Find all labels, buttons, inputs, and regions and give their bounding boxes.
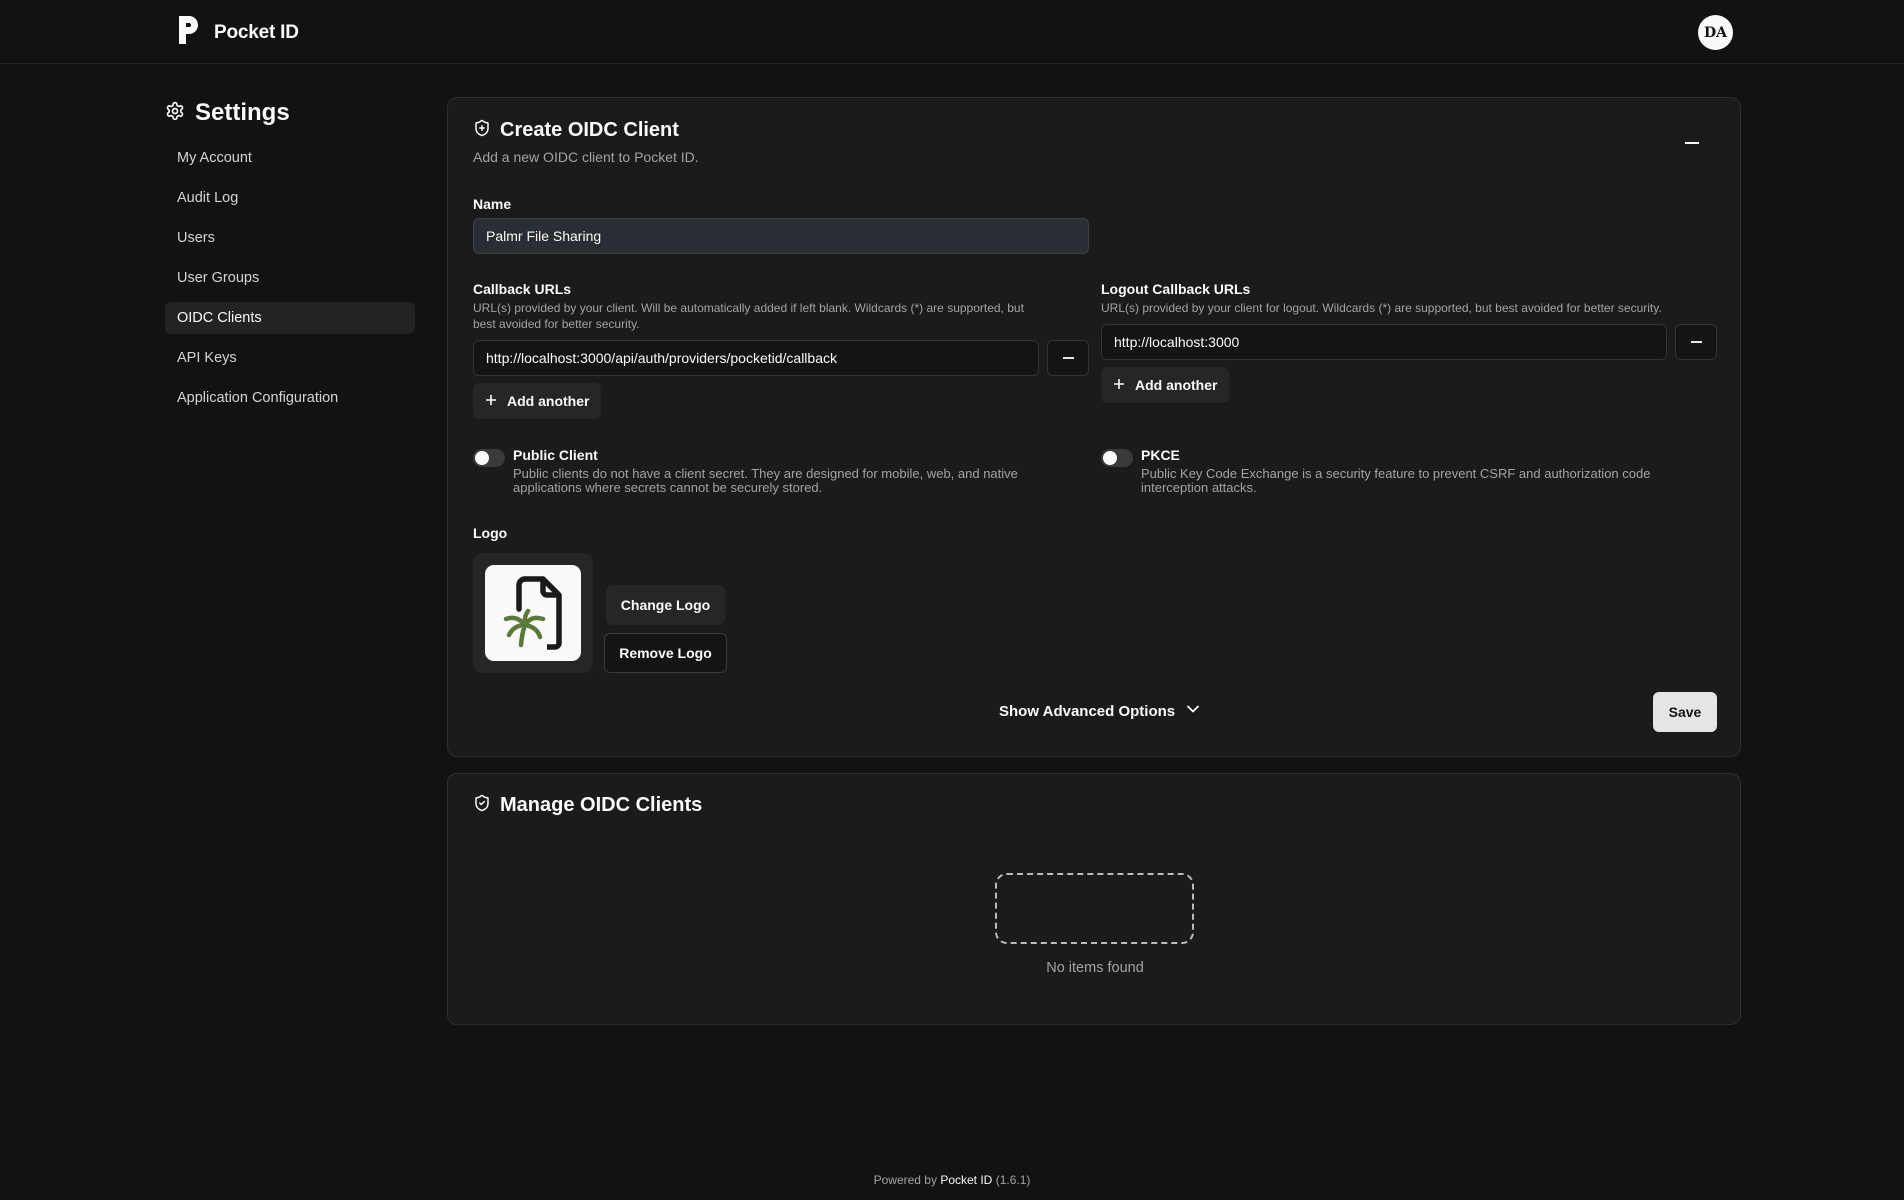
minus-icon xyxy=(1062,357,1074,359)
sidebar-item-application-configuration[interactable]: Application Configuration xyxy=(165,382,415,414)
add-logout-callback-url-label: Add another xyxy=(1135,377,1218,393)
create-card-description: Add a new OIDC client to Pocket ID. xyxy=(473,149,699,165)
pkce-desc-line2: interception attacks. xyxy=(1141,480,1257,495)
empty-state-text: No items found xyxy=(1046,960,1144,976)
logout-callback-url-input[interactable] xyxy=(1101,324,1667,360)
manage-card-header: Manage OIDC Clients xyxy=(473,794,702,817)
save-button[interactable]: Save xyxy=(1653,692,1717,732)
pkce-desc-line1: Public Key Code Exchange is a security f… xyxy=(1141,466,1651,481)
footer: Powered by Pocket ID (1.6.1) xyxy=(0,1173,1904,1187)
manage-card-title: Manage OIDC Clients xyxy=(500,794,703,816)
sidebar: Settings My Account Audit Log Users User… xyxy=(165,98,415,422)
minus-icon xyxy=(1690,341,1702,343)
create-oidc-client-card: Create OIDC Client Add a new OIDC client… xyxy=(447,97,1741,757)
sidebar-item-user-groups[interactable]: User Groups xyxy=(165,262,415,294)
add-callback-url-label: Add another xyxy=(507,393,590,409)
file-palm-icon xyxy=(503,576,562,650)
public-client-label: Public Client xyxy=(513,447,598,463)
callback-urls-hint-line1: URL(s) provided by your client. Will be … xyxy=(473,301,1024,315)
sidebar-item-oidc-clients[interactable]: OIDC Clients xyxy=(165,302,415,334)
manage-oidc-clients-card: Manage OIDC Clients No items found xyxy=(447,773,1741,1025)
logout-callback-urls-label: Logout Callback URLs xyxy=(1101,281,1251,297)
footer-version: (1.6.1) xyxy=(995,1173,1031,1187)
logout-callback-urls-hint: URL(s) provided by your client for logou… xyxy=(1101,301,1662,315)
add-logout-callback-url-button[interactable]: Add another xyxy=(1101,367,1230,403)
sidebar-item-my-account[interactable]: My Account xyxy=(165,142,415,174)
remove-callback-url-button[interactable] xyxy=(1047,340,1089,376)
create-card-header: Create OIDC Client xyxy=(473,119,679,142)
public-client-toggle[interactable] xyxy=(473,449,505,467)
pkce-toggle[interactable] xyxy=(1101,449,1133,467)
sidebar-item-api-keys[interactable]: API Keys xyxy=(165,342,415,374)
footer-prefix: Powered by xyxy=(873,1173,937,1187)
logo-image xyxy=(485,565,581,661)
gear-icon xyxy=(165,101,185,126)
shield-check-icon xyxy=(473,794,491,817)
show-advanced-options-label: Show Advanced Options xyxy=(999,702,1176,720)
sidebar-item-users[interactable]: Users xyxy=(165,222,415,254)
plus-icon xyxy=(1113,377,1125,393)
show-advanced-options-button[interactable]: Show Advanced Options xyxy=(999,702,1200,720)
public-client-desc-line2: applications where secrets cannot be sec… xyxy=(513,480,823,495)
logo-label: Logo xyxy=(473,525,508,541)
pkce-label: PKCE xyxy=(1141,447,1180,463)
plus-icon xyxy=(485,393,497,409)
callback-urls-label: Callback URLs xyxy=(473,281,572,297)
change-logo-button[interactable]: Change Logo xyxy=(606,585,725,625)
shield-plus-icon xyxy=(473,119,491,142)
public-client-desc-line1: Public clients do not have a client secr… xyxy=(513,466,1018,481)
sidebar-title: Settings xyxy=(165,98,415,128)
add-callback-url-button[interactable]: Add another xyxy=(473,383,602,419)
footer-brand-link[interactable]: Pocket ID xyxy=(940,1173,992,1187)
page-title: Settings xyxy=(195,99,290,126)
empty-state-placeholder xyxy=(995,873,1194,944)
top-bar: Pocket ID DA xyxy=(0,0,1904,64)
name-label: Name xyxy=(473,196,512,212)
callback-url-input[interactable] xyxy=(473,340,1039,376)
create-card-title: Create OIDC Client xyxy=(500,119,679,141)
app-name: Pocket ID xyxy=(214,21,299,43)
pocket-id-logo-icon xyxy=(176,14,200,51)
remove-logo-button[interactable]: Remove Logo xyxy=(604,633,727,673)
brand[interactable]: Pocket ID xyxy=(176,14,299,51)
chevron-down-icon xyxy=(1186,702,1200,720)
remove-logout-callback-url-button[interactable] xyxy=(1675,324,1717,360)
sidebar-item-audit-log[interactable]: Audit Log xyxy=(165,182,415,214)
logo-preview xyxy=(473,553,593,673)
name-input[interactable] xyxy=(473,218,1089,254)
collapse-minus-icon[interactable] xyxy=(1685,142,1699,144)
avatar[interactable]: DA xyxy=(1698,15,1733,50)
callback-urls-hint-line2: best avoided for better security. xyxy=(473,317,640,331)
